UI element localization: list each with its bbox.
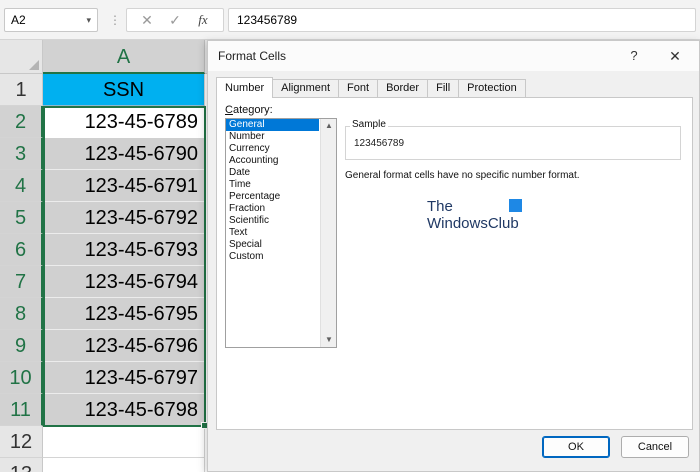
format-description: General format cells have no specific nu… [345,170,580,181]
dialog-title-bar[interactable]: Format Cells ? ✕ [208,41,699,71]
row-header[interactable]: 3 [0,138,43,170]
list-item[interactable]: Fraction [226,203,319,215]
list-item[interactable]: Number [226,131,319,143]
more-options-icon: ⋮ [109,13,121,27]
list-item[interactable]: Date [226,167,319,179]
formula-input[interactable]: 123456789 [228,8,696,32]
dialog-tabs: Number Alignment Font Border Fill Protec… [216,77,526,98]
scroll-up-icon[interactable]: ▲ [321,119,337,133]
list-item[interactable]: Custom [226,251,319,263]
row-header[interactable]: 4 [0,170,43,202]
insert-function-icon[interactable]: fx [193,12,213,28]
tab-number[interactable]: Number [216,77,274,98]
cancel-button[interactable]: Cancel [621,436,689,458]
row-header[interactable]: 2 [0,106,43,138]
format-cells-dialog: Format Cells ? ✕ Number Alignment Font B… [207,40,700,472]
category-label-text: ategory: [232,104,273,116]
tab-fill[interactable]: Fill [427,79,460,97]
chevron-down-icon[interactable]: ▾ [86,9,91,31]
select-all-button[interactable] [0,40,43,74]
watermark-name: WindowsClub [427,215,519,232]
table-cell[interactable]: 123-45-6794 [43,266,205,298]
row-header[interactable]: 11 [0,394,43,426]
category-list[interactable]: General Number Currency Accounting Date … [225,118,337,348]
name-box[interactable]: A2 ▾ [4,8,98,32]
name-box-value: A2 [11,13,26,27]
number-tab-panel: Category: General Number Currency Accoun… [216,97,693,430]
list-item[interactable]: Text [226,227,319,239]
table-cell[interactable]: 123-45-6795 [43,298,205,330]
formula-buttons: ✕ ✓ fx [126,8,224,32]
row-header[interactable]: 9 [0,330,43,362]
confirm-entry-icon[interactable]: ✓ [165,12,185,29]
list-item[interactable]: Accounting [226,155,319,167]
row-header[interactable]: 10 [0,362,43,394]
row-header[interactable]: 8 [0,298,43,330]
cell-a1-header[interactable]: SSN [43,74,205,106]
list-item[interactable]: Special [226,239,319,251]
formula-bar: A2 ▾ ⋮ ✕ ✓ fx 123456789 [0,0,700,40]
watermark-the: The [427,198,453,215]
tab-alignment[interactable]: Alignment [272,79,340,97]
row-header[interactable]: 1 [0,74,43,106]
table-cell[interactable]: 123-45-6797 [43,362,205,394]
tab-protection[interactable]: Protection [458,79,526,97]
ok-button[interactable]: OK [542,436,610,458]
category-label: Category: [225,104,273,116]
table-cell[interactable] [43,426,205,458]
row-header[interactable]: 13 [0,458,43,472]
tab-border[interactable]: Border [377,79,429,97]
table-cell[interactable]: 123-45-6790 [43,138,205,170]
list-item[interactable]: Percentage [226,191,319,203]
help-icon[interactable]: ? [624,46,644,66]
table-cell[interactable] [43,458,205,472]
dialog-title: Format Cells [218,49,287,63]
column-header-a[interactable]: A [43,40,205,74]
row-header[interactable]: 5 [0,202,43,234]
category-scrollbar[interactable]: ▲ ▼ [320,119,336,347]
table-cell[interactable]: 123-45-6791 [43,170,205,202]
row-header[interactable]: 6 [0,234,43,266]
row-header[interactable]: 7 [0,266,43,298]
sample-label: Sample [350,119,388,130]
tab-font[interactable]: Font [338,79,379,97]
table-cell[interactable]: 123-45-6798 [43,394,205,426]
table-cell[interactable]: 123-45-6796 [43,330,205,362]
close-icon[interactable]: ✕ [664,46,686,66]
category-label-accesskey: C [225,104,233,116]
watermark: The WindowsClub [427,198,547,238]
list-item-general[interactable]: General [226,119,319,131]
watermark-logo-icon [509,199,522,212]
list-item[interactable]: Currency [226,143,319,155]
row-header[interactable]: 12 [0,426,43,458]
sample-group: Sample 123456789 [345,119,681,160]
sample-value: 123456789 [354,138,405,149]
table-cell[interactable]: 123-45-6793 [43,234,205,266]
list-item[interactable]: Time [226,179,319,191]
table-cell[interactable]: 123-45-6792 [43,202,205,234]
list-item[interactable]: Scientific [226,215,319,227]
cell-a2-active[interactable]: 123-45-6789 [43,106,205,138]
scroll-down-icon[interactable]: ▼ [321,333,337,347]
cancel-entry-icon[interactable]: ✕ [137,12,157,29]
